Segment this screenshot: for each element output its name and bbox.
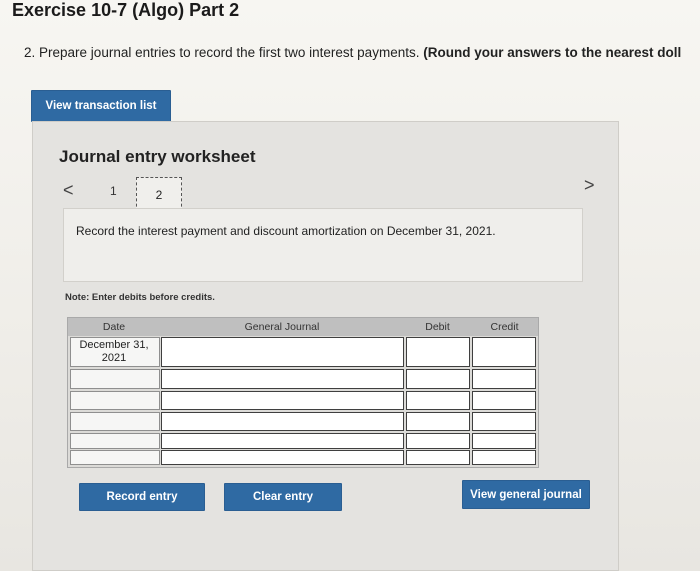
date-cell[interactable]: [70, 391, 160, 410]
instruction-text: Record the interest payment and discount…: [76, 224, 496, 238]
credit-input[interactable]: [472, 450, 536, 465]
date-cell[interactable]: [70, 369, 160, 389]
account-input[interactable]: [161, 391, 404, 410]
chevron-left-icon[interactable]: <: [63, 180, 74, 201]
question-rounding-note: (Round your answers to the nearest doll: [423, 45, 682, 60]
question-number: 2.: [24, 45, 36, 60]
credit-input[interactable]: [472, 391, 536, 410]
debit-input[interactable]: [406, 369, 470, 389]
debit-input[interactable]: [406, 433, 470, 449]
view-general-journal-button[interactable]: View general journal: [462, 480, 590, 509]
date-cell[interactable]: [70, 412, 160, 431]
chevron-right-icon[interactable]: >: [584, 175, 595, 196]
credit-input[interactable]: [472, 412, 536, 431]
credit-input[interactable]: [472, 369, 536, 389]
exercise-title: Exercise 10-7 (Algo) Part 2: [12, 0, 240, 20]
worksheet-title: Journal entry worksheet: [59, 147, 256, 166]
worksheet-page-1[interactable]: 1: [110, 184, 117, 198]
column-header-credit: Credit: [471, 318, 538, 336]
journal-table: Date General Journal Debit Credit Decemb…: [67, 317, 539, 468]
date-cell[interactable]: [70, 433, 160, 449]
date-cell[interactable]: [70, 450, 160, 465]
debit-input[interactable]: [406, 337, 470, 367]
page: Exercise 10-7 (Algo) Part 2 2. Prepare j…: [0, 0, 700, 571]
account-input[interactable]: [161, 337, 404, 367]
record-entry-button[interactable]: Record entry: [79, 483, 205, 511]
question-text: 2. Prepare journal entries to record the…: [24, 45, 700, 60]
column-header-general-journal: General Journal: [160, 318, 404, 336]
view-transaction-list-button[interactable]: View transaction list: [31, 90, 171, 122]
column-header-debit: Debit: [404, 318, 471, 336]
column-header-date: Date: [68, 318, 160, 336]
journal-entry-worksheet: Journal entry worksheet < 1 2 > Record t…: [32, 121, 619, 571]
debit-input[interactable]: [406, 412, 470, 431]
account-input[interactable]: [161, 433, 404, 449]
account-input[interactable]: [161, 369, 404, 389]
question-body: Prepare journal entries to record the fi…: [39, 45, 420, 60]
account-input[interactable]: [161, 412, 404, 431]
account-input[interactable]: [161, 450, 404, 465]
worksheet-page-2-label: 2: [155, 187, 163, 202]
credit-input[interactable]: [472, 433, 536, 449]
debit-input[interactable]: [406, 391, 470, 410]
entry-date: December 31, 2021: [79, 339, 149, 364]
credit-input[interactable]: [472, 337, 536, 367]
clear-entry-button[interactable]: Clear entry: [224, 483, 342, 511]
debit-input[interactable]: [406, 450, 470, 465]
worksheet-page-2[interactable]: 2: [136, 177, 182, 212]
debits-credits-note: Note: Enter debits before credits.: [65, 292, 215, 303]
instruction-box: Record the interest payment and discount…: [63, 208, 583, 282]
